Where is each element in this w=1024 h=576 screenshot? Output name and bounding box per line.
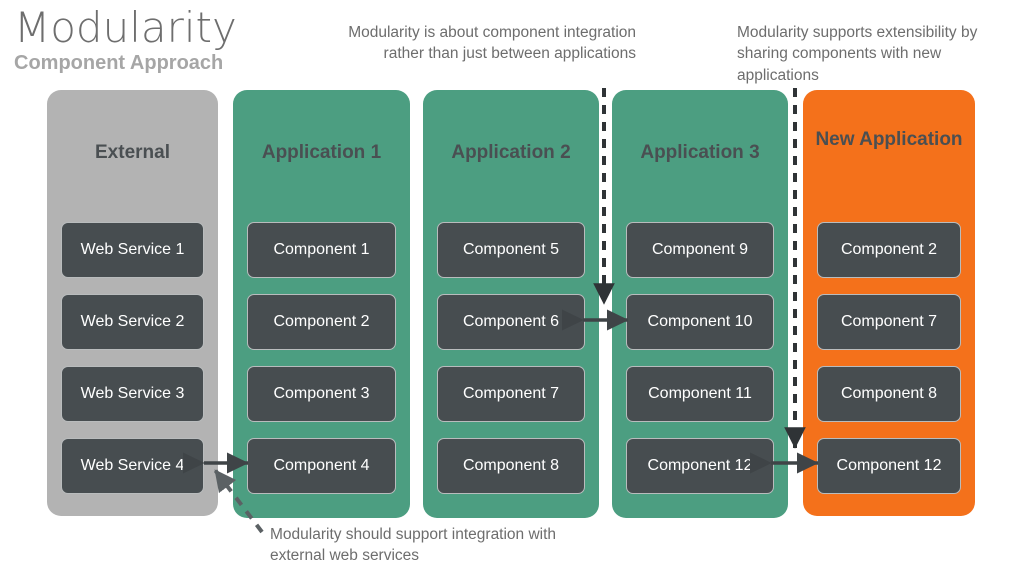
node-box[interactable]: Component 8	[437, 438, 585, 494]
column-title-external: External	[95, 142, 170, 163]
node-list-application-3: Component 9 Component 10 Component 11 Co…	[612, 222, 788, 494]
node-box[interactable]: Component 7	[817, 294, 961, 350]
node-box[interactable]: Component 1	[247, 222, 396, 278]
node-box[interactable]: Web Service 4	[61, 438, 204, 494]
column-title-application-3: Application 3	[640, 142, 760, 163]
column-external[interactable]: External Web Service 1 Web Service 2 Web…	[47, 90, 218, 516]
column-title-new-application: New Application	[815, 129, 963, 150]
node-box[interactable]: Component 2	[817, 222, 961, 278]
column-application-1[interactable]: Application 1 Component 1 Component 2 Co…	[233, 90, 410, 518]
node-box[interactable]: Component 9	[626, 222, 774, 278]
annotation-extensibility: Modularity supports extensibility by sha…	[737, 24, 978, 84]
node-list-application-1: Component 1 Component 2 Component 3 Comp…	[233, 222, 410, 494]
column-application-3[interactable]: Application 3 Component 9 Component 10 C…	[612, 90, 788, 518]
node-box[interactable]: Web Service 1	[61, 222, 204, 278]
node-box[interactable]: Component 11	[626, 366, 774, 422]
annotation-integration: Modularity is about component integratio…	[348, 24, 636, 63]
node-box[interactable]: Component 6	[437, 294, 585, 350]
column-new-application[interactable]: New Application Component 2 Component 7 …	[803, 90, 975, 516]
node-box[interactable]: Component 10	[626, 294, 774, 350]
column-title-application-2: Application 2	[451, 142, 571, 163]
node-box[interactable]: Component 3	[247, 366, 396, 422]
annotation-external: Modularity should support integration wi…	[270, 526, 557, 565]
node-box[interactable]: Component 5	[437, 222, 585, 278]
node-list-new-application: Component 2 Component 7 Component 8 Comp…	[803, 222, 975, 494]
column-application-2[interactable]: Application 2 Component 5 Component 6 Co…	[423, 90, 599, 518]
node-box[interactable]: Web Service 2	[61, 294, 204, 350]
node-box[interactable]: Component 8	[817, 366, 961, 422]
node-box[interactable]: Component 7	[437, 366, 585, 422]
node-box[interactable]: Web Service 3	[61, 366, 204, 422]
node-list-application-2: Component 5 Component 6 Component 7 Comp…	[423, 222, 599, 494]
column-title-application-1: Application 1	[261, 142, 382, 163]
node-list-external: Web Service 1 Web Service 2 Web Service …	[47, 222, 218, 494]
node-box[interactable]: Component 2	[247, 294, 396, 350]
node-box[interactable]: Component 12	[817, 438, 961, 494]
node-box[interactable]: Component 4	[247, 438, 396, 494]
node-box[interactable]: Component 12	[626, 438, 774, 494]
